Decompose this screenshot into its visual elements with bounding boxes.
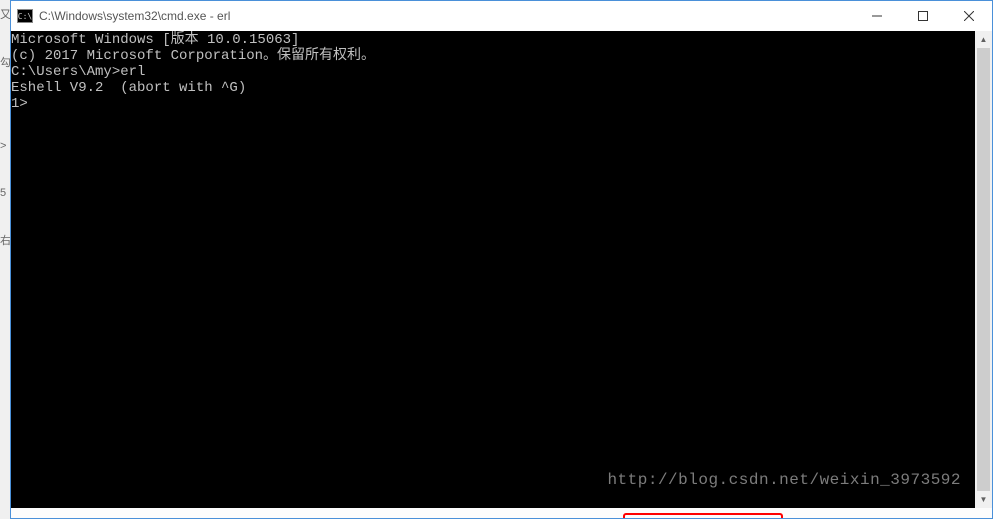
cmd-icon: C:\ xyxy=(17,9,33,23)
terminal-line: C:\Users\Amy>erl xyxy=(11,64,975,80)
terminal-line: Eshell V9.2 (abort with ^G) xyxy=(11,80,975,96)
close-button[interactable] xyxy=(946,1,992,31)
bottom-bar xyxy=(11,508,992,518)
window-title: C:\Windows\system32\cmd.exe - erl xyxy=(39,9,854,23)
cmd-window: C:\ C:\Windows\system32\cmd.exe - erl Mi… xyxy=(10,0,993,519)
minimize-button[interactable] xyxy=(854,1,900,31)
titlebar[interactable]: C:\ C:\Windows\system32\cmd.exe - erl xyxy=(11,1,992,31)
terminal-line: (c) 2017 Microsoft Corporation。保留所有权利。 xyxy=(11,48,975,64)
watermark-text: http://blog.csdn.net/weixin_3973592 xyxy=(607,472,961,488)
edge-marker: 5 xyxy=(0,187,6,199)
terminal-line: Microsoft Windows [版本 10.0.15063] xyxy=(11,32,975,48)
scroll-down-icon[interactable]: ▼ xyxy=(975,491,992,508)
terminal-output[interactable]: Microsoft Windows [版本 10.0.15063](c) 201… xyxy=(11,31,975,508)
scroll-thumb[interactable] xyxy=(977,48,990,491)
content-area: Microsoft Windows [版本 10.0.15063](c) 201… xyxy=(11,31,992,508)
scroll-up-icon[interactable]: ▲ xyxy=(975,31,992,48)
highlight-box xyxy=(623,513,783,518)
vertical-scrollbar[interactable]: ▲ ▼ xyxy=(975,31,992,508)
terminal-prompt: 1> xyxy=(11,96,975,112)
maximize-button[interactable] xyxy=(900,1,946,31)
edge-marker: > xyxy=(0,140,6,152)
scroll-track[interactable] xyxy=(975,48,992,491)
